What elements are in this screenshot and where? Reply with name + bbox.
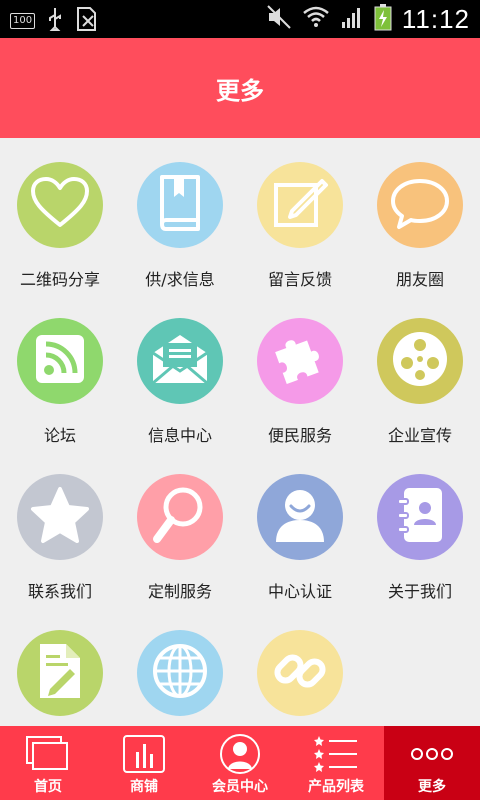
grid-item-icon-bg <box>257 162 343 248</box>
heart-icon <box>30 177 90 233</box>
more-dots-icon <box>384 732 480 776</box>
tab-home[interactable]: 首页 <box>0 726 96 800</box>
globe-icon <box>150 641 210 705</box>
grid-item-label: 论坛 <box>43 426 76 445</box>
grid-item-label: 信息中心 <box>147 426 212 445</box>
grid-item-icon-bg <box>17 318 103 404</box>
book-icon <box>152 173 208 237</box>
grid-item-label: 联系我们 <box>27 582 92 601</box>
grid-item-icon-bg <box>137 474 223 560</box>
document-edit-icon <box>34 641 86 705</box>
sd-card-icon <box>75 6 99 36</box>
tab-member-center[interactable]: 会员中心 <box>192 726 288 800</box>
grid-item-info-center[interactable]: 信息中心 <box>120 294 240 450</box>
page-header: 更多 <box>0 38 480 138</box>
magnifier-icon <box>151 485 209 549</box>
note-pencil-icon <box>270 175 330 235</box>
grid-item-contact-us[interactable]: 联系我们 <box>0 450 120 606</box>
chain-link-icon <box>270 641 330 705</box>
grid-item-icon-bg <box>137 318 223 404</box>
clock: 11:12 <box>401 3 470 34</box>
tab-label: 更多 <box>418 779 446 795</box>
grid-item-icon-bg <box>257 318 343 404</box>
grid-item-icon-bg <box>17 474 103 560</box>
grid-item-promotion[interactable]: 企业宣传 <box>360 294 480 450</box>
tab-label: 首页 <box>34 779 62 795</box>
grid-item-icon-bg <box>257 630 343 716</box>
rss-icon <box>34 333 86 389</box>
grid-item-icon-bg <box>257 474 343 560</box>
grid-item-website[interactable] <box>120 606 240 726</box>
grid-item-icon-bg <box>137 162 223 248</box>
contact-book-icon <box>392 485 448 549</box>
film-reel-icon <box>390 329 450 393</box>
wifi-icon <box>302 5 330 33</box>
mute-icon <box>266 4 292 34</box>
feature-grid: 二维码分享 供/求信息 留言反馈 朋友圈 论坛 信息中心 便民服务 企业宣传 联… <box>0 138 480 726</box>
grid-item-icon-bg <box>17 162 103 248</box>
grid-item-label: 二维码分享 <box>19 270 100 289</box>
bar-chart-icon <box>96 732 192 776</box>
grid-item-icon-bg <box>17 630 103 716</box>
grid-item-supply-demand[interactable]: 供/求信息 <box>120 138 240 294</box>
grid-item-moments[interactable]: 朋友圈 <box>360 138 480 294</box>
grid-item-icon-bg <box>377 318 463 404</box>
grid-item-qr-share[interactable]: 二维码分享 <box>0 138 120 294</box>
member-icon <box>192 732 288 776</box>
grid-item-label: 供/求信息 <box>145 270 215 289</box>
battery-level-badge: 100 <box>10 13 36 29</box>
grid-item-feedback[interactable]: 留言反馈 <box>240 138 360 294</box>
star-list-icon <box>288 732 384 776</box>
tab-label: 商铺 <box>130 779 158 795</box>
grid-item-label: 定制服务 <box>147 582 212 601</box>
grid-item-icon-bg <box>377 162 463 248</box>
page-title: 更多 <box>216 76 264 105</box>
grid-item-label: 企业宣传 <box>387 426 452 445</box>
usb-icon <box>47 7 63 35</box>
star-icon <box>30 486 90 548</box>
puzzle-icon <box>271 330 329 392</box>
grid-item-label: 留言反馈 <box>267 270 332 289</box>
grid-item-label: 中心认证 <box>267 582 332 601</box>
signal-icon <box>340 5 364 33</box>
pages-icon <box>0 732 96 776</box>
grid-item-icon-bg <box>377 474 463 560</box>
grid-item-label: 朋友圈 <box>395 270 444 289</box>
user-icon <box>271 486 329 548</box>
status-left: 100 <box>10 6 99 36</box>
tab-more[interactable]: 更多 <box>384 726 480 800</box>
tab-shops[interactable]: 商铺 <box>96 726 192 800</box>
envelope-icon <box>149 333 211 389</box>
battery-charging-icon <box>374 3 392 35</box>
grid-item-convenience[interactable]: 便民服务 <box>240 294 360 450</box>
grid-item-center-auth[interactable]: 中心认证 <box>240 450 360 606</box>
tab-label: 产品列表 <box>308 779 364 795</box>
status-bar: 100 11:12 <box>0 0 480 38</box>
chat-bubble-icon <box>389 175 451 235</box>
grid-item-label: 便民服务 <box>267 426 332 445</box>
grid-item-document[interactable] <box>0 606 120 726</box>
tab-product-list[interactable]: 产品列表 <box>288 726 384 800</box>
grid-item-forum[interactable]: 论坛 <box>0 294 120 450</box>
grid-item-links[interactable] <box>240 606 360 726</box>
bottom-tab-bar: 首页 商铺 会员中心 产品列表 更多 <box>0 726 480 800</box>
grid-item-custom-service[interactable]: 定制服务 <box>120 450 240 606</box>
status-right: 11:12 <box>266 3 470 35</box>
grid-item-icon-bg <box>137 630 223 716</box>
grid-item-about-us[interactable]: 关于我们 <box>360 450 480 606</box>
grid-item-label: 关于我们 <box>387 582 452 601</box>
tab-label: 会员中心 <box>212 779 268 795</box>
